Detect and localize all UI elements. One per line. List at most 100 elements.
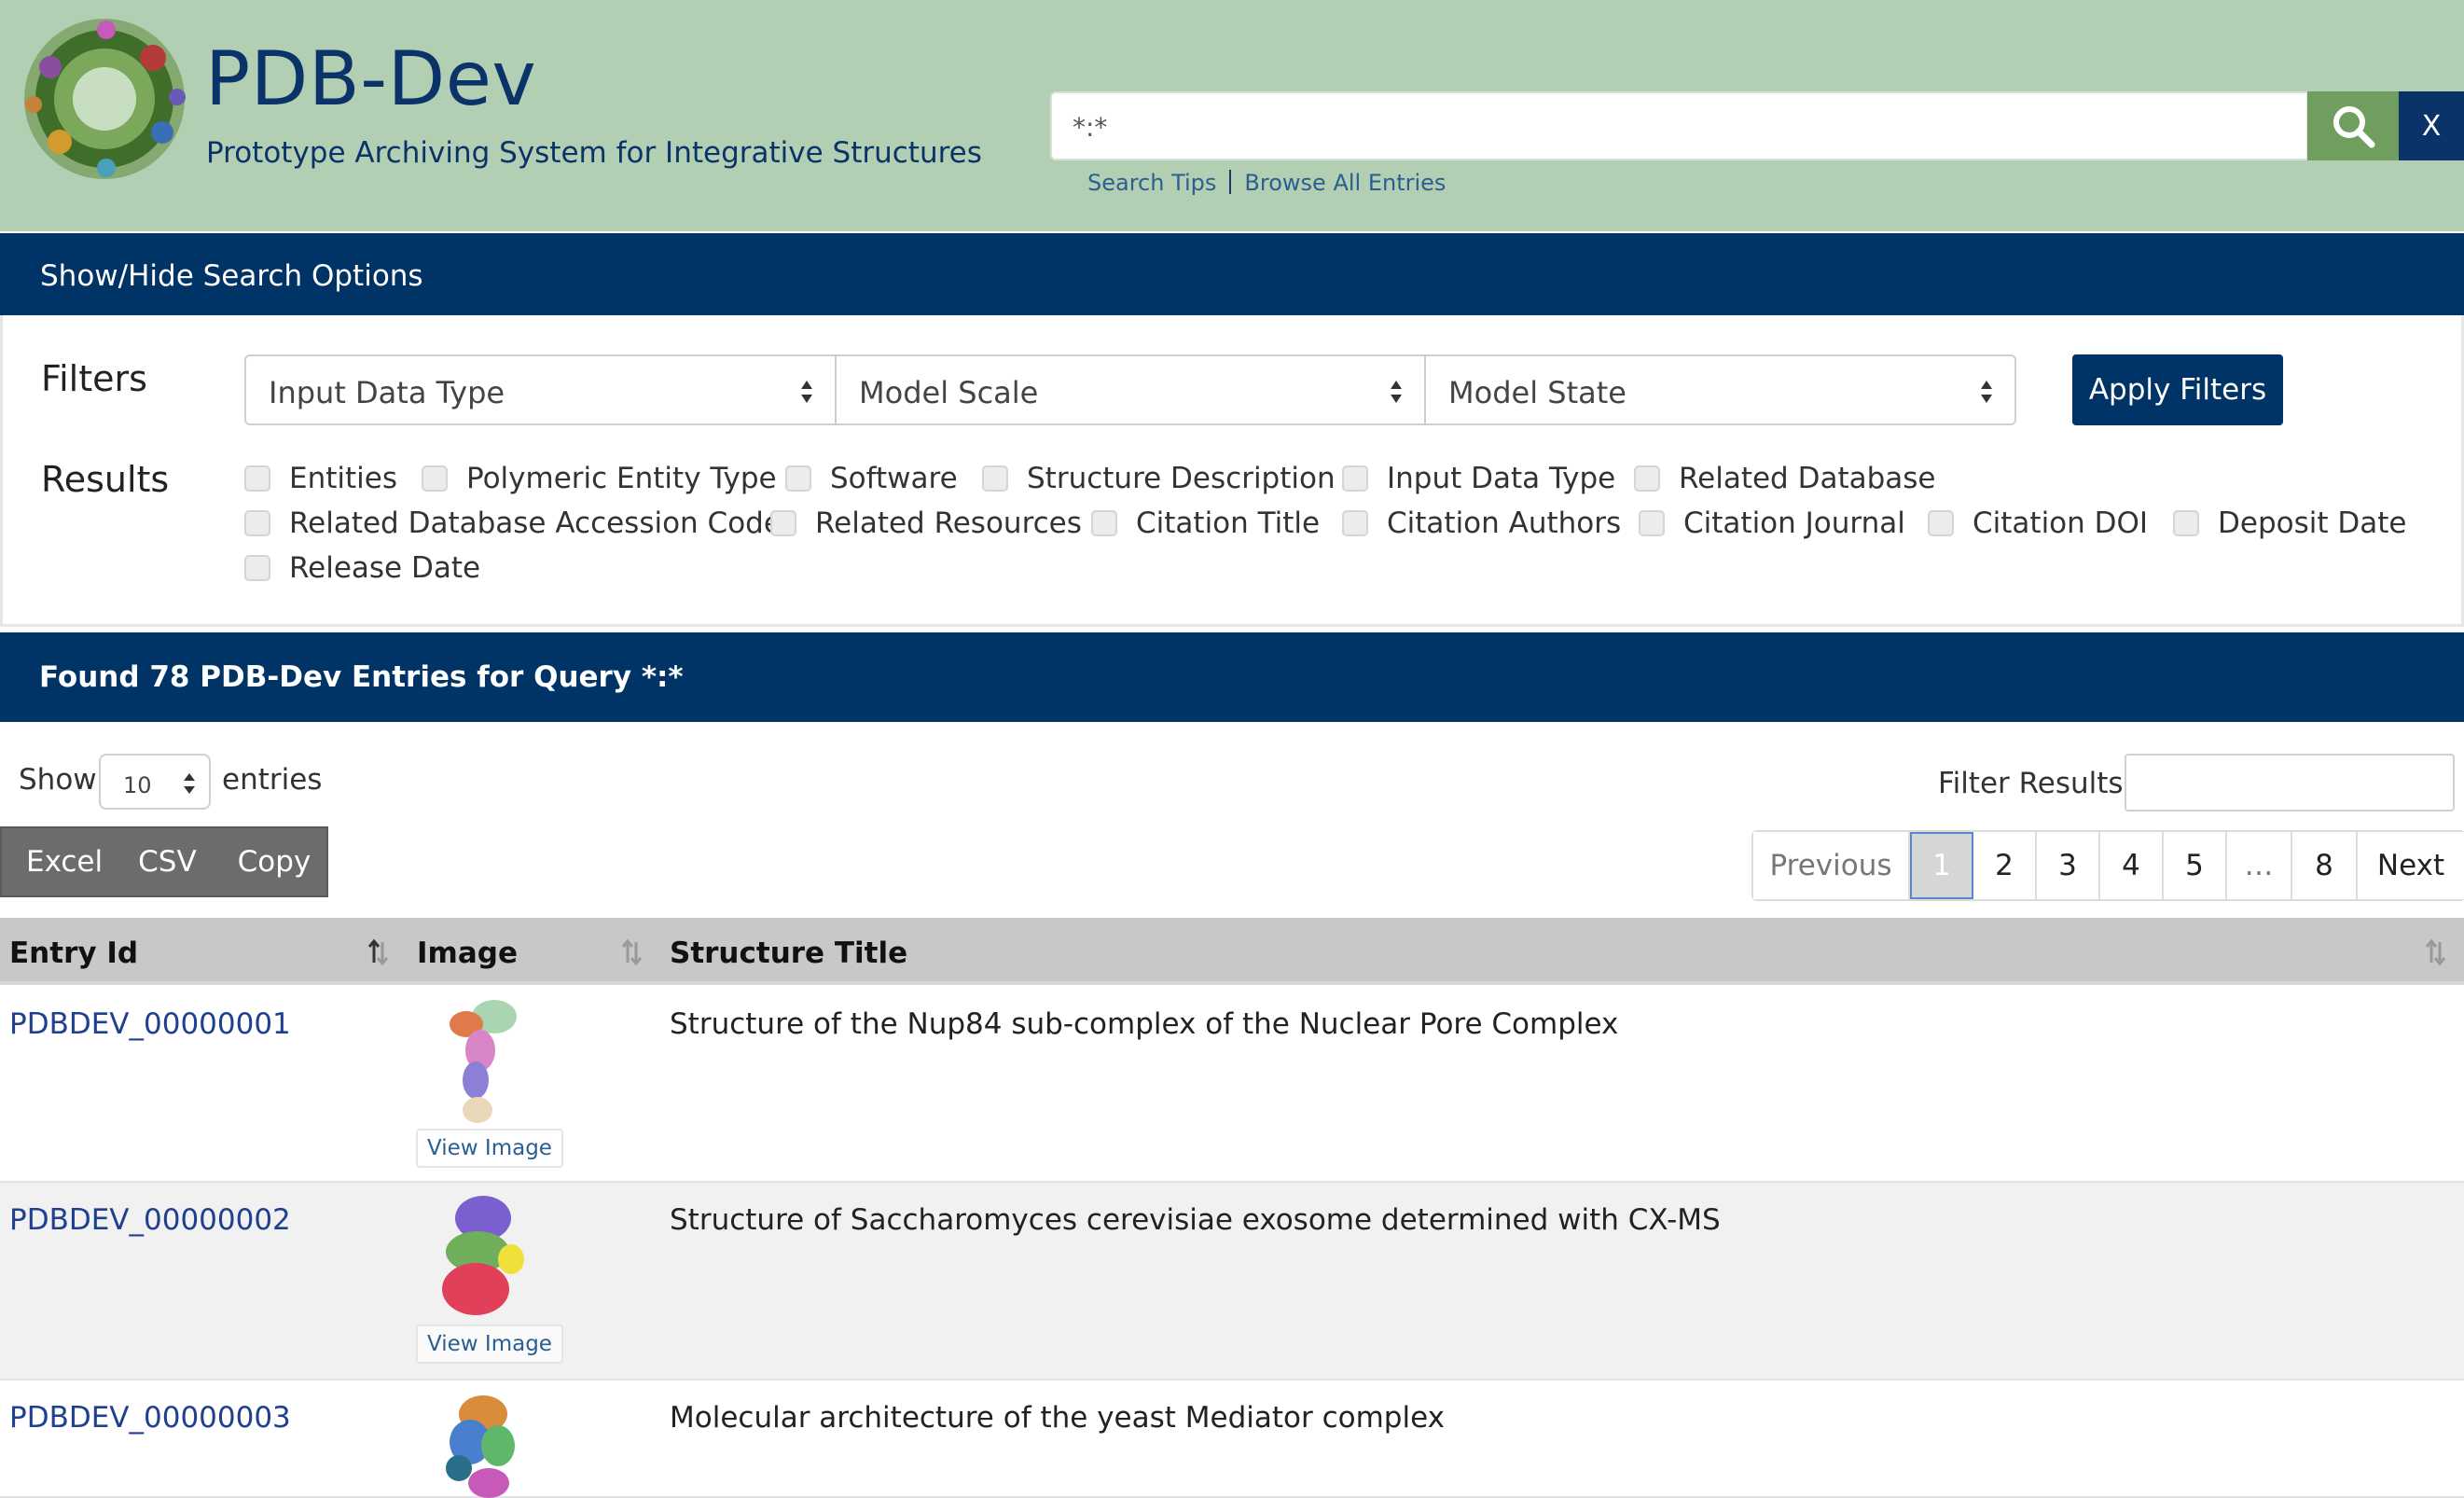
checkbox-release-date[interactable]: Release Date (244, 551, 480, 585)
copy-button[interactable]: Copy (197, 845, 311, 879)
browse-all-link[interactable]: Browse All Entries (1244, 170, 1446, 196)
checkbox-label: Structure Description (1027, 462, 1336, 495)
site-title[interactable]: PDB-Dev (205, 35, 536, 122)
entry-id-link[interactable]: PDBDEV_00000001 (9, 1007, 291, 1041)
checkbox-polymeric-entity-type[interactable]: Polymeric Entity Type (422, 462, 777, 495)
checkbox-box[interactable] (1634, 465, 1660, 492)
site-header: PDB-Dev Prototype Archiving System for I… (0, 0, 2464, 231)
model-scale-select[interactable]: Model Scale (835, 354, 1426, 425)
pagination-previous[interactable]: Previous (1753, 832, 1910, 899)
checkbox-box[interactable] (2173, 510, 2199, 536)
sort-arrows-icon[interactable] (367, 938, 388, 966)
checkbox-label: Polymeric Entity Type (466, 462, 777, 495)
checkbox-related-database-accession-code[interactable]: Related Database Accession Code (244, 506, 782, 540)
checkbox-label: Release Date (289, 551, 481, 585)
checkbox-box[interactable] (770, 510, 796, 536)
page-length-value: 10 (123, 772, 152, 798)
checkbox-citation-authors[interactable]: Citation Authors (1342, 506, 1621, 540)
checkbox-software[interactable]: Software (785, 462, 958, 495)
pagination-page-2[interactable]: 2 (1973, 832, 2037, 899)
search-input[interactable]: *:* (1050, 91, 2308, 160)
pagination-ellipsis: … (2227, 832, 2292, 899)
checkbox-box[interactable] (244, 555, 270, 581)
checkbox-citation-doi[interactable]: Citation DOI (1928, 506, 2148, 540)
clear-search-button[interactable]: X (2399, 91, 2464, 160)
checkbox-label: Entities (289, 462, 397, 495)
checkbox-box[interactable] (244, 510, 270, 536)
search-input-value: *:* (1073, 112, 1108, 143)
pagination-page-4[interactable]: 4 (2100, 832, 2164, 899)
filter-results-input[interactable] (2125, 754, 2455, 811)
column-header-entry-id[interactable]: Entry Id (9, 936, 138, 970)
checkbox-label: Input Data Type (1387, 462, 1616, 495)
table-header: Entry Id Image Structure Title (0, 918, 2464, 985)
pagination: Previous 1 2 3 4 5 … 8 Next (1751, 830, 2464, 901)
export-button-group: Excel CSV Copy (0, 826, 328, 897)
structure-thumbnail[interactable] (429, 1390, 532, 1498)
search-tips-link[interactable]: Search Tips (1087, 170, 1216, 196)
checkbox-label: Citation Journal (1683, 506, 1905, 540)
structure-thumbnail[interactable] (429, 1192, 532, 1323)
checkbox-related-resources[interactable]: Related Resources (770, 506, 1082, 540)
checkbox-related-database[interactable]: Related Database (1634, 462, 1936, 495)
checkbox-box[interactable] (1091, 510, 1117, 536)
checkbox-box[interactable] (1928, 510, 1954, 536)
checkbox-label: Citation DOI (1973, 506, 2149, 540)
checkbox-label: Related Database (1679, 462, 1936, 495)
view-image-button[interactable]: View Image (416, 1129, 563, 1168)
excel-button[interactable]: Excel (2, 845, 103, 879)
csv-button[interactable]: CSV (103, 845, 197, 879)
pagination-page-5[interactable]: 5 (2164, 832, 2227, 899)
entry-id-link[interactable]: PDBDEV_00000003 (9, 1401, 291, 1435)
table-row: PDBDEV_00000002 View Image Structure of … (0, 1183, 2464, 1380)
pagination-page-1[interactable]: 1 (1910, 832, 1973, 899)
entries-label: entries (222, 763, 323, 797)
model-scale-select-value: Model Scale (859, 375, 1039, 410)
show-label: Show (19, 763, 97, 797)
entry-id-link[interactable]: PDBDEV_00000002 (9, 1203, 291, 1237)
search-options-toggle[interactable]: Show/Hide Search Options (0, 233, 2464, 315)
checkbox-citation-journal[interactable]: Citation Journal (1639, 506, 1905, 540)
checkbox-citation-title[interactable]: Citation Title (1091, 506, 1320, 540)
select-arrows-icon (801, 381, 812, 403)
checkbox-structure-description[interactable]: Structure Description (982, 462, 1336, 495)
checkbox-label: Citation Authors (1387, 506, 1622, 540)
pagination-page-3[interactable]: 3 (2037, 832, 2100, 899)
page-length-select[interactable]: 10 (99, 754, 211, 810)
checkbox-box[interactable] (1639, 510, 1665, 536)
input-data-type-select[interactable]: Input Data Type (244, 354, 837, 425)
search-links: Search Tips Browse All Entries (1087, 170, 1446, 196)
checkbox-input-data-type[interactable]: Input Data Type (1342, 462, 1615, 495)
sort-arrows-icon[interactable] (621, 938, 642, 966)
sort-arrows-icon[interactable] (2425, 938, 2445, 966)
table-row: PDBDEV_00000001 View Image Structure of … (0, 987, 2464, 1183)
checkbox-box[interactable] (422, 465, 448, 492)
table-row: PDBDEV_00000003 Molecular architecture o… (0, 1380, 2464, 1498)
checkbox-box[interactable] (244, 465, 270, 492)
filters-label: Filters (41, 358, 147, 399)
results-label: Results (41, 459, 170, 500)
input-data-type-select-value: Input Data Type (269, 375, 505, 410)
view-image-button[interactable]: View Image (416, 1325, 563, 1364)
checkbox-box[interactable] (1342, 465, 1368, 492)
checkbox-label: Related Database Accession Code (289, 506, 782, 540)
pagination-next[interactable]: Next (2358, 832, 2464, 899)
apply-filters-button[interactable]: Apply Filters (2072, 354, 2283, 425)
structure-title: Molecular architecture of the yeast Medi… (670, 1401, 1445, 1435)
select-arrows-icon (1391, 381, 1402, 403)
checkbox-box[interactable] (785, 465, 811, 492)
column-header-structure-title[interactable]: Structure Title (670, 936, 907, 970)
checkbox-entities[interactable]: Entities (244, 462, 397, 495)
model-state-select[interactable]: Model State (1424, 354, 2016, 425)
pdb-dev-logo[interactable] (13, 11, 196, 185)
pagination-page-8[interactable]: 8 (2292, 832, 2358, 899)
checkbox-box[interactable] (982, 465, 1008, 492)
results-heading: Found 78 PDB-Dev Entries for Query *:* (0, 632, 2464, 722)
column-header-image[interactable]: Image (417, 936, 518, 970)
checkbox-deposit-date[interactable]: Deposit Date (2173, 506, 2406, 540)
structure-title: Structure of the Nup84 sub-complex of th… (670, 1007, 1619, 1041)
search-button[interactable] (2307, 91, 2399, 160)
checkbox-box[interactable] (1342, 510, 1368, 536)
structure-thumbnail[interactable] (429, 996, 532, 1127)
site-subtitle: Prototype Archiving System for Integrati… (206, 136, 982, 170)
